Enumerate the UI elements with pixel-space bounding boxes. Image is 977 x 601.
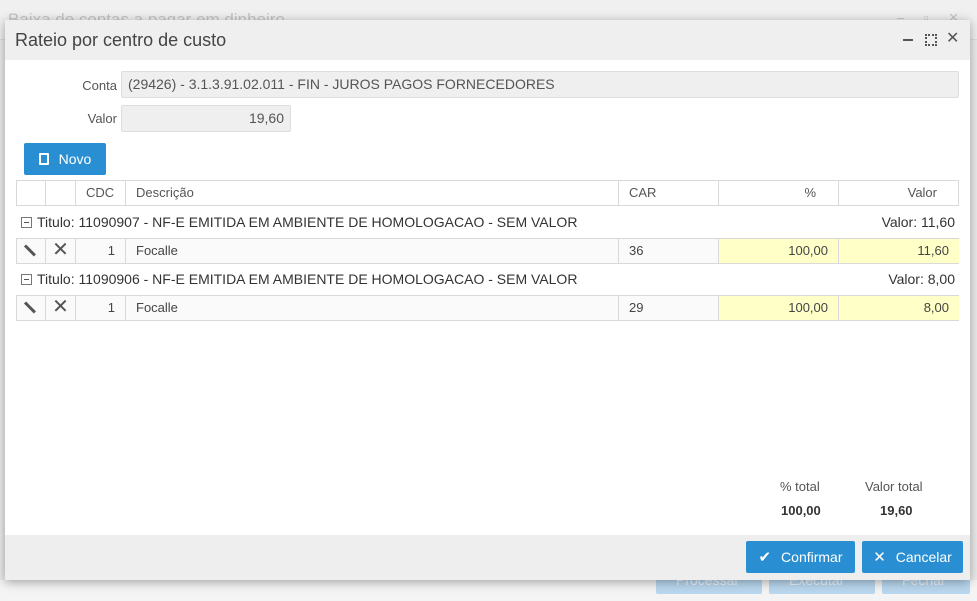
valor-field[interactable]: 19,60 xyxy=(121,105,291,132)
group-header[interactable]: Titulo: 11090906 - NF-E EMITIDA EM AMBIE… xyxy=(21,266,621,313)
table-row: ✕ 1 Focalle 29 100,00 8,00 xyxy=(16,295,959,321)
check-icon: ✔ xyxy=(758,549,772,566)
valor-cell[interactable]: 8,00 xyxy=(839,296,959,320)
header-valor[interactable]: Valor xyxy=(839,181,959,205)
header-cdc[interactable]: CDC xyxy=(76,181,126,205)
header-edit-col xyxy=(17,181,46,205)
dialog-title: Rateio por centro de custo xyxy=(15,30,227,50)
table-row: ✕ 1 Focalle 36 100,00 11,60 xyxy=(16,238,959,264)
header-car[interactable]: CAR xyxy=(619,181,719,205)
minimize-icon[interactable] xyxy=(902,30,914,48)
x-icon: ✕ xyxy=(873,549,886,566)
header-percent[interactable]: % xyxy=(719,181,839,205)
cancelar-button[interactable]: ✕ Cancelar xyxy=(862,541,963,573)
valor-cell[interactable]: 11,60 xyxy=(839,239,959,263)
pencil-icon xyxy=(23,301,36,314)
percent-cell[interactable]: 100,00 xyxy=(719,296,839,320)
valor-label: Valor xyxy=(87,111,117,126)
cdc-cell: 1 xyxy=(76,239,126,263)
edit-button[interactable] xyxy=(17,239,46,263)
header-delete-col xyxy=(46,181,76,205)
group-header[interactable]: Titulo: 11090907 - NF-E EMITIDA EM AMBIE… xyxy=(21,209,621,256)
header-descricao[interactable]: Descrição xyxy=(126,181,619,205)
collapse-icon[interactable] xyxy=(21,274,32,285)
cdc-cell: 1 xyxy=(76,296,126,320)
valor-total-value: 19,60 xyxy=(880,503,913,518)
confirmar-button[interactable]: ✔ Confirmar xyxy=(746,541,855,573)
confirmar-label: Confirmar xyxy=(781,549,843,565)
novo-button[interactable]: Novo xyxy=(24,143,106,175)
pencil-icon xyxy=(23,244,36,257)
percent-total-label: % total xyxy=(780,479,820,494)
group-total: Valor: 8,00 xyxy=(888,271,955,287)
grid-header: CDC Descrição CAR % Valor xyxy=(16,180,959,206)
dialog-footer: ✔ Confirmar ✕ Cancelar xyxy=(5,535,970,580)
percent-cell[interactable]: 100,00 xyxy=(719,239,839,263)
delete-button[interactable]: ✕ xyxy=(46,239,76,263)
conta-label: Conta xyxy=(82,78,117,93)
delete-icon: ✕ xyxy=(52,296,69,318)
group-total: Valor: 11,60 xyxy=(881,214,955,230)
valor-total-label: Valor total xyxy=(865,479,923,494)
delete-button[interactable]: ✕ xyxy=(46,296,76,320)
conta-field[interactable]: (29426) - 3.1.3.91.02.011 - FIN - JUROS … xyxy=(121,71,959,98)
cancelar-label: Cancelar xyxy=(895,549,952,565)
car-cell: 36 xyxy=(619,239,719,263)
edit-button[interactable] xyxy=(17,296,46,320)
percent-total-value: 100,00 xyxy=(781,503,821,518)
descricao-cell: Focalle xyxy=(126,239,619,263)
collapse-icon[interactable] xyxy=(21,217,32,228)
delete-icon: ✕ xyxy=(52,239,69,261)
dialog-header: Rateio por centro de custo ✕ xyxy=(5,20,970,60)
document-icon xyxy=(38,153,49,165)
rateio-dialog: Rateio por centro de custo ✕ Conta (2942… xyxy=(5,20,970,580)
car-cell: 29 xyxy=(619,296,719,320)
descricao-cell: Focalle xyxy=(126,296,619,320)
novo-button-label: Novo xyxy=(58,151,92,167)
maximize-icon[interactable] xyxy=(924,30,937,48)
close-icon[interactable]: ✕ xyxy=(946,30,959,48)
